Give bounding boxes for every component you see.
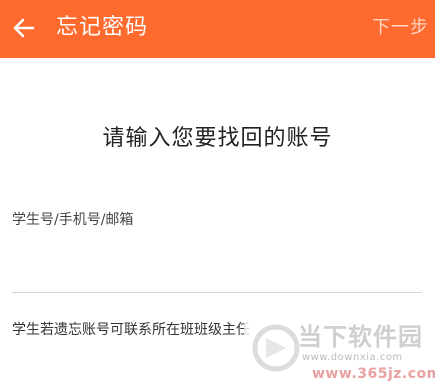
account-field[interactable]: 学生号/手机号/邮箱	[12, 198, 422, 294]
watermark-logo-icon	[252, 324, 300, 372]
next-step-button[interactable]: 下一步	[372, 14, 429, 42]
watermark-name: 当下软件园	[298, 323, 423, 351]
watermark-url-primary: www.downxia.com	[302, 352, 403, 363]
back-arrow-icon[interactable]	[10, 13, 38, 43]
watermark-url-secondary: www.365jz.com	[312, 366, 435, 382]
top-app-bar: 忘记密码 下一步	[0, 0, 435, 58]
site-watermark: 当下软件园 www.downxia.com www.365jz.com	[244, 318, 435, 386]
account-hint-text: 学生若遗忘账号可联系所在班班级主任	[12, 322, 250, 338]
account-field-underline	[12, 292, 422, 293]
instruction-heading: 请输入您要找回的账号	[102, 126, 333, 151]
page-title: 忘记密码	[56, 15, 149, 40]
account-field-placeholder: 学生号/手机号/邮箱	[12, 212, 134, 228]
account-input[interactable]	[12, 234, 422, 290]
